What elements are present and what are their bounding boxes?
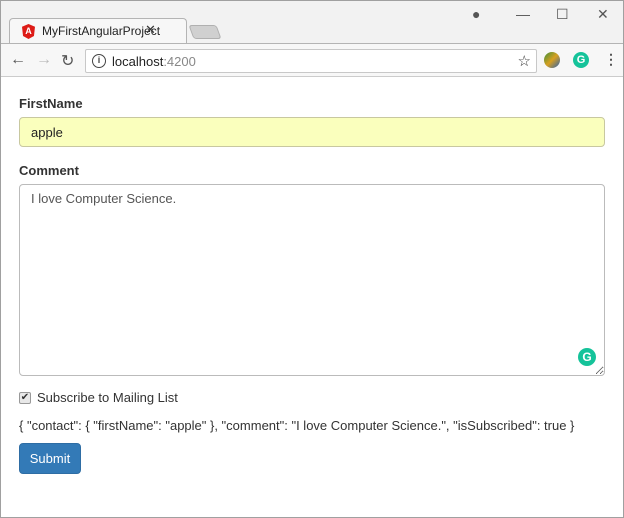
json-output: { "contact": { "firstName": "apple" }, "…: [19, 418, 575, 433]
browser-toolbar: ← → ↻ i localhost:4200 ☆ G ⋮: [1, 43, 623, 77]
browser-tab[interactable]: A MyFirstAngularProject ✕: [9, 18, 187, 44]
submit-button[interactable]: Submit: [19, 443, 81, 474]
new-tab-button[interactable]: [188, 25, 222, 39]
maximize-icon[interactable]: ☐: [556, 6, 569, 23]
tab-close-icon[interactable]: ✕: [145, 22, 156, 38]
info-icon[interactable]: i: [92, 54, 106, 68]
first-name-input[interactable]: [19, 117, 605, 147]
url-host: localhost: [112, 54, 164, 69]
minimize-icon[interactable]: —: [516, 6, 530, 22]
grammarly-icon[interactable]: G: [578, 348, 596, 366]
comment-textarea[interactable]: I love Computer Science.: [19, 184, 605, 376]
reload-icon[interactable]: ↻: [61, 51, 74, 71]
address-bar[interactable]: i localhost:4200 ☆: [85, 49, 537, 73]
angular-logo-icon: A: [22, 24, 35, 39]
url-text: localhost:4200: [112, 54, 196, 69]
star-icon[interactable]: ☆: [518, 52, 531, 70]
extension-icon[interactable]: [544, 52, 560, 68]
title-bar: A MyFirstAngularProject ✕ ● — ☐ ✕: [1, 1, 623, 44]
subscribe-label[interactable]: Subscribe to Mailing List: [37, 390, 178, 405]
tab-title: MyFirstAngularProject: [42, 24, 161, 38]
forward-icon[interactable]: →: [36, 51, 52, 69]
close-icon[interactable]: ✕: [597, 6, 609, 23]
comment-label: Comment: [19, 163, 79, 178]
back-icon[interactable]: ←: [10, 51, 26, 69]
menu-icon[interactable]: ⋮: [604, 51, 618, 68]
grammarly-icon[interactable]: G: [573, 52, 589, 68]
subscribe-checkbox[interactable]: ✔: [19, 392, 31, 404]
first-name-label: FirstName: [19, 96, 83, 111]
account-icon[interactable]: ●: [472, 6, 480, 22]
url-port: :4200: [163, 54, 196, 69]
